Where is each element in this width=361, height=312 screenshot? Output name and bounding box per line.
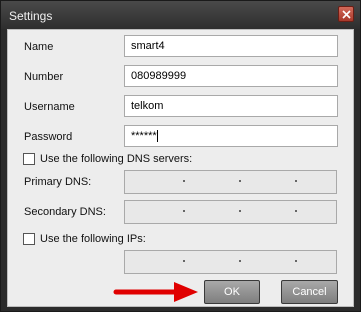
number-field[interactable]: 080989999 (124, 65, 338, 87)
ip-separator (183, 180, 185, 182)
name-label: Name (24, 41, 54, 53)
number-value: 080989999 (131, 70, 187, 82)
settings-dialog: Settings Name smart4 Number 080989999 Us… (0, 0, 361, 312)
password-field[interactable]: ****** (124, 125, 338, 147)
ip-separator (183, 260, 185, 262)
username-field[interactable]: telkom (124, 95, 338, 117)
username-label: Username (24, 101, 75, 113)
primary-dns-input[interactable] (124, 170, 337, 194)
red-arrow-right-icon (113, 282, 198, 302)
ip-address-input[interactable] (124, 250, 337, 274)
ip-separator (295, 210, 297, 212)
secondary-dns-input[interactable] (124, 200, 337, 224)
cancel-button[interactable]: Cancel (281, 280, 338, 304)
primary-dns-label: Primary DNS: (24, 176, 92, 188)
dns-checkbox[interactable] (23, 153, 35, 165)
ip-separator (183, 210, 185, 212)
settings-panel: Name smart4 Number 080989999 Username te… (7, 29, 354, 307)
ip-separator (239, 260, 241, 262)
ips-checkbox[interactable] (23, 233, 35, 245)
secondary-dns-label: Secondary DNS: (24, 206, 106, 218)
number-label: Number (24, 71, 64, 83)
password-label: Password (24, 131, 73, 143)
dns-checkbox-label[interactable]: Use the following DNS servers: (40, 153, 192, 165)
password-value: ****** (131, 130, 157, 142)
close-icon (342, 10, 351, 19)
ip-separator (239, 210, 241, 212)
ips-checkbox-label[interactable]: Use the following IPs: (40, 233, 146, 245)
ip-separator (239, 180, 241, 182)
dialog-title: Settings (9, 9, 53, 23)
name-field[interactable]: smart4 (124, 35, 338, 57)
ip-separator (295, 260, 297, 262)
title-bar[interactable]: Settings (1, 1, 360, 29)
name-value: smart4 (131, 40, 165, 52)
close-button[interactable] (338, 6, 354, 22)
text-caret (156, 130, 158, 143)
ok-button[interactable]: OK (204, 280, 260, 304)
ip-separator (295, 180, 297, 182)
username-value: telkom (131, 100, 164, 112)
